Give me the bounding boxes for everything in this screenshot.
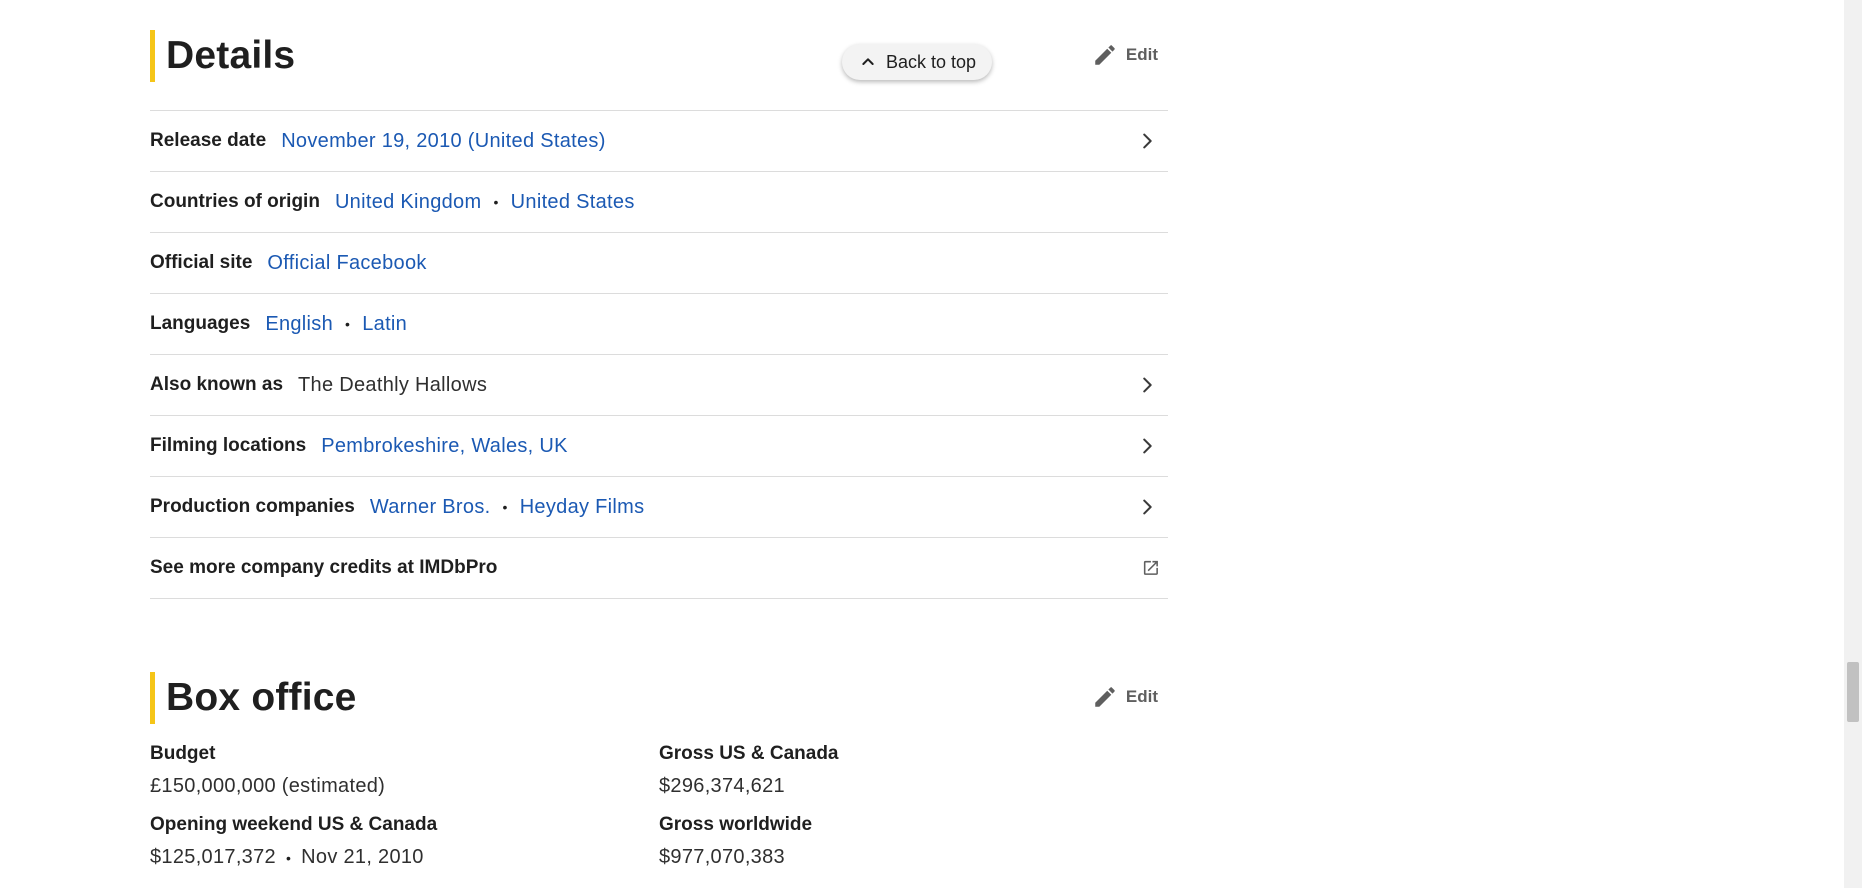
row-label: Languages [150, 313, 251, 334]
edit-label: Edit [1125, 687, 1158, 706]
company-link[interactable]: Warner Bros. [370, 496, 491, 519]
company-link[interactable]: Heyday Films [520, 496, 645, 519]
scrollbar[interactable] [1844, 0, 1862, 888]
aka-title: The Deathly Hallows [298, 373, 488, 396]
detail-row-production-companies[interactable]: Production companies Warner Bros. • Heyd… [150, 477, 1168, 538]
gross-worldwide-label: Gross worldwide [659, 814, 813, 835]
row-label: Production companies [150, 496, 355, 517]
details-header: Details Edit [150, 0, 1168, 110]
detail-row-also-known-as[interactable]: Also known as The Deathly Hallows [150, 355, 1168, 416]
filming-location-link[interactable]: Pembrokeshire, Wales, UK [321, 435, 568, 458]
official-site-link[interactable]: Official Facebook [267, 252, 426, 275]
language-link[interactable]: English [265, 313, 333, 336]
gross-worldwide-value: $977,070,383 [659, 846, 785, 868]
country-link[interactable]: United Kingdom [335, 191, 482, 214]
edit-label: Edit [1125, 45, 1158, 64]
row-label: Filming locations [150, 435, 307, 456]
chevron-right-icon[interactable] [1136, 374, 1158, 396]
separator-dot: • [502, 499, 508, 515]
release-date-link[interactable]: November 19, 2010 (United States) [281, 130, 606, 153]
scrollbar-thumb[interactable] [1847, 662, 1859, 722]
external-link-icon[interactable] [1140, 557, 1162, 579]
gross-us-value: $296,374,621 [659, 775, 785, 797]
budget-label: Budget [150, 743, 216, 764]
row-label: Official site [150, 252, 253, 273]
back-to-top-label: Back to top [886, 51, 977, 72]
back-to-top-button[interactable]: Back to top [842, 44, 993, 80]
language-link[interactable]: Latin [362, 313, 407, 336]
detail-row-languages: Languages English • Latin [150, 294, 1168, 355]
opening-weekend-value-row: $125,017,372 • Nov 21, 2010 [150, 845, 437, 870]
separator-dot: • [345, 316, 351, 332]
chevron-right-icon[interactable] [1136, 435, 1158, 457]
pencil-icon [1095, 687, 1115, 707]
opening-weekend-value: $125,017,372 [150, 846, 276, 868]
imdbpro-link[interactable]: See more company credits at IMDbPro [150, 557, 497, 579]
chevron-up-icon [862, 58, 874, 65]
gross-worldwide-item: Gross worldwide $977,070,383 [659, 813, 812, 869]
country-link[interactable]: United States [511, 191, 635, 214]
row-label: Countries of origin [150, 191, 320, 212]
box-office-section: Box office Edit Budget £150,000,000 (est… [150, 642, 1168, 868]
row-label: Release date [150, 130, 267, 151]
box-office-title: Box office [150, 672, 357, 724]
pencil-icon [1095, 45, 1115, 65]
budget-item: Budget £150,000,000 (estimated) [150, 742, 385, 798]
detail-row-official-site: Official site Official Facebook [150, 233, 1168, 294]
budget-value: £150,000,000 (estimated) [150, 775, 386, 797]
opening-weekend-date: Nov 21, 2010 [301, 846, 424, 868]
page: Details Edit Release date November 19, 2… [0, 0, 1862, 888]
detail-row-countries: Countries of origin United Kingdom • Uni… [150, 172, 1168, 233]
chevron-right-icon[interactable] [1136, 496, 1158, 518]
box-office-edit-button[interactable]: Edit [1092, 684, 1158, 710]
opening-weekend-label: Opening weekend US & Canada [150, 814, 438, 835]
opening-weekend-item: Opening weekend US & Canada $125,017,372… [150, 813, 437, 870]
details-title: Details [150, 30, 295, 82]
chevron-right-icon[interactable] [1136, 130, 1158, 152]
box-office-header: Box office Edit [150, 642, 1168, 742]
separator-dot: • [285, 850, 292, 866]
row-label: Also known as [150, 374, 284, 395]
separator-dot: • [493, 194, 499, 210]
gross-us-label: Gross US & Canada [659, 743, 839, 764]
details-edit-button[interactable]: Edit [1092, 42, 1158, 68]
detail-row-filming-locations[interactable]: Filming locations Pembrokeshire, Wales, … [150, 416, 1168, 477]
detail-row-imdbpro[interactable]: See more company credits at IMDbPro [150, 538, 1168, 599]
detail-row-release-date[interactable]: Release date November 19, 2010 (United S… [150, 111, 1168, 172]
details-section: Details Edit Release date November 19, 2… [150, 0, 1168, 599]
details-list: Release date November 19, 2010 (United S… [150, 110, 1168, 599]
gross-us-item: Gross US & Canada $296,374,621 [659, 742, 839, 798]
